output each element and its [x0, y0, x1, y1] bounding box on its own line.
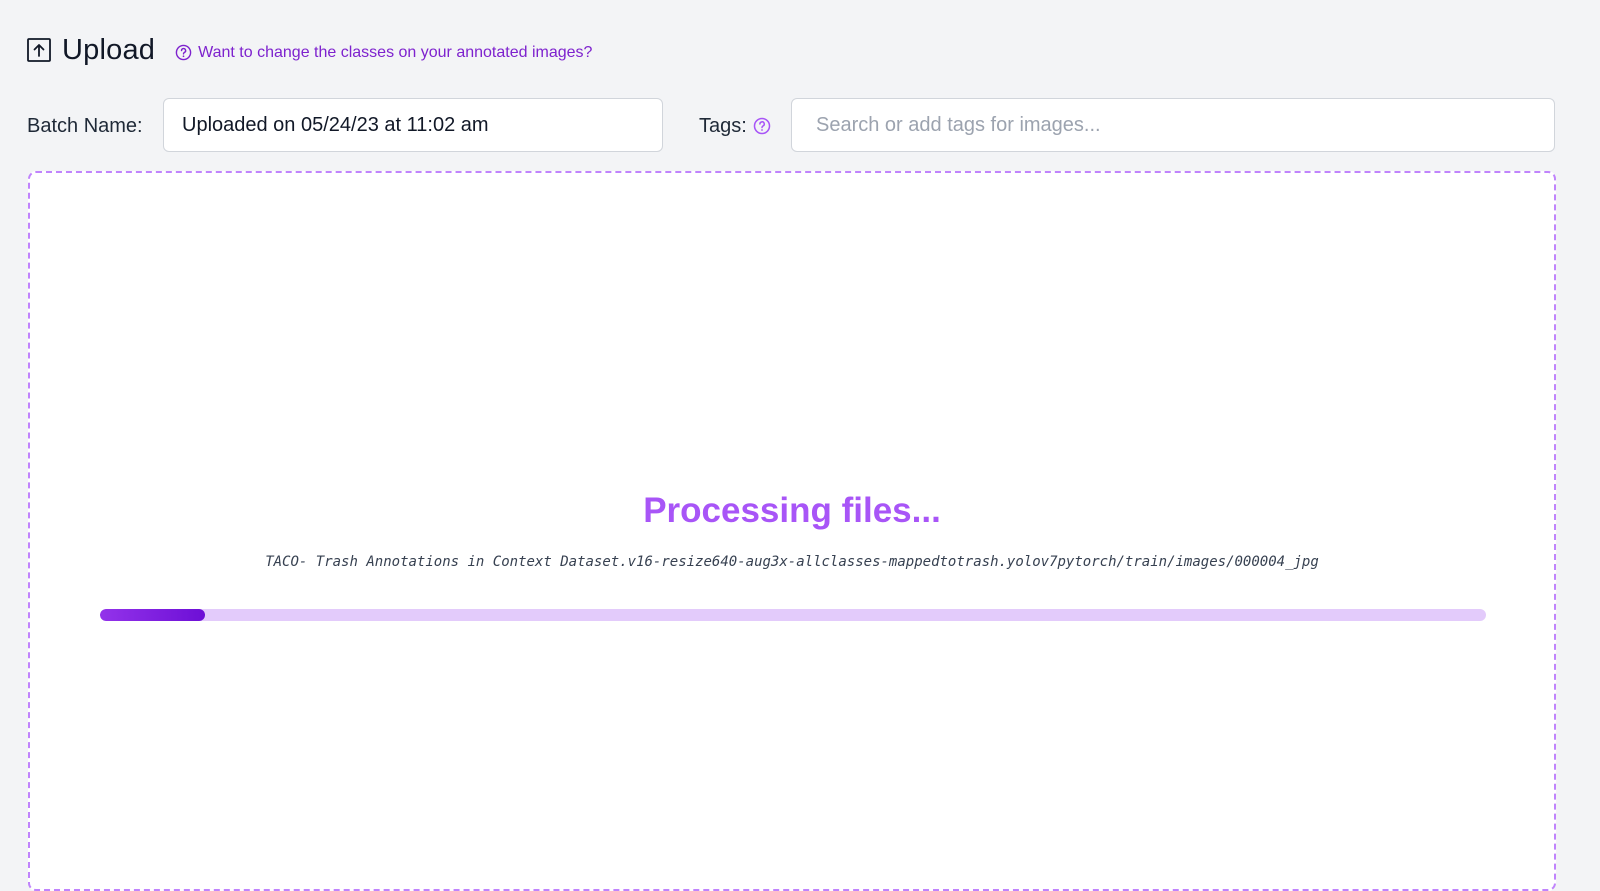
current-file-path: TACO- Trash Annotations in Context Datas…: [265, 554, 1319, 570]
tags-label: Tags:: [699, 115, 747, 137]
tags-help-icon[interactable]: [753, 117, 771, 135]
upload-icon: [27, 38, 51, 62]
tags-search-input[interactable]: [791, 98, 1555, 152]
change-classes-help-link[interactable]: Want to change the classes on your annot…: [175, 44, 592, 62]
help-link-text: Want to change the classes on your annot…: [198, 43, 593, 61]
batch-form-row: Batch Name: Tags:: [27, 98, 1555, 154]
upload-dropzone[interactable]: Processing files... TACO- Trash Annotati…: [28, 171, 1556, 891]
tags-label-group: Tags:: [699, 98, 771, 154]
page-header: Upload Want to change the classes on you…: [27, 30, 592, 70]
batch-name-label: Batch Name:: [27, 115, 143, 137]
processing-status-title: Processing files...: [643, 491, 941, 530]
page-title: Upload: [62, 33, 156, 66]
upload-progress-fill: [100, 609, 206, 621]
question-circle-icon: [175, 44, 192, 61]
upload-progress-bar: [100, 609, 1486, 621]
batch-name-input[interactable]: [163, 98, 663, 152]
